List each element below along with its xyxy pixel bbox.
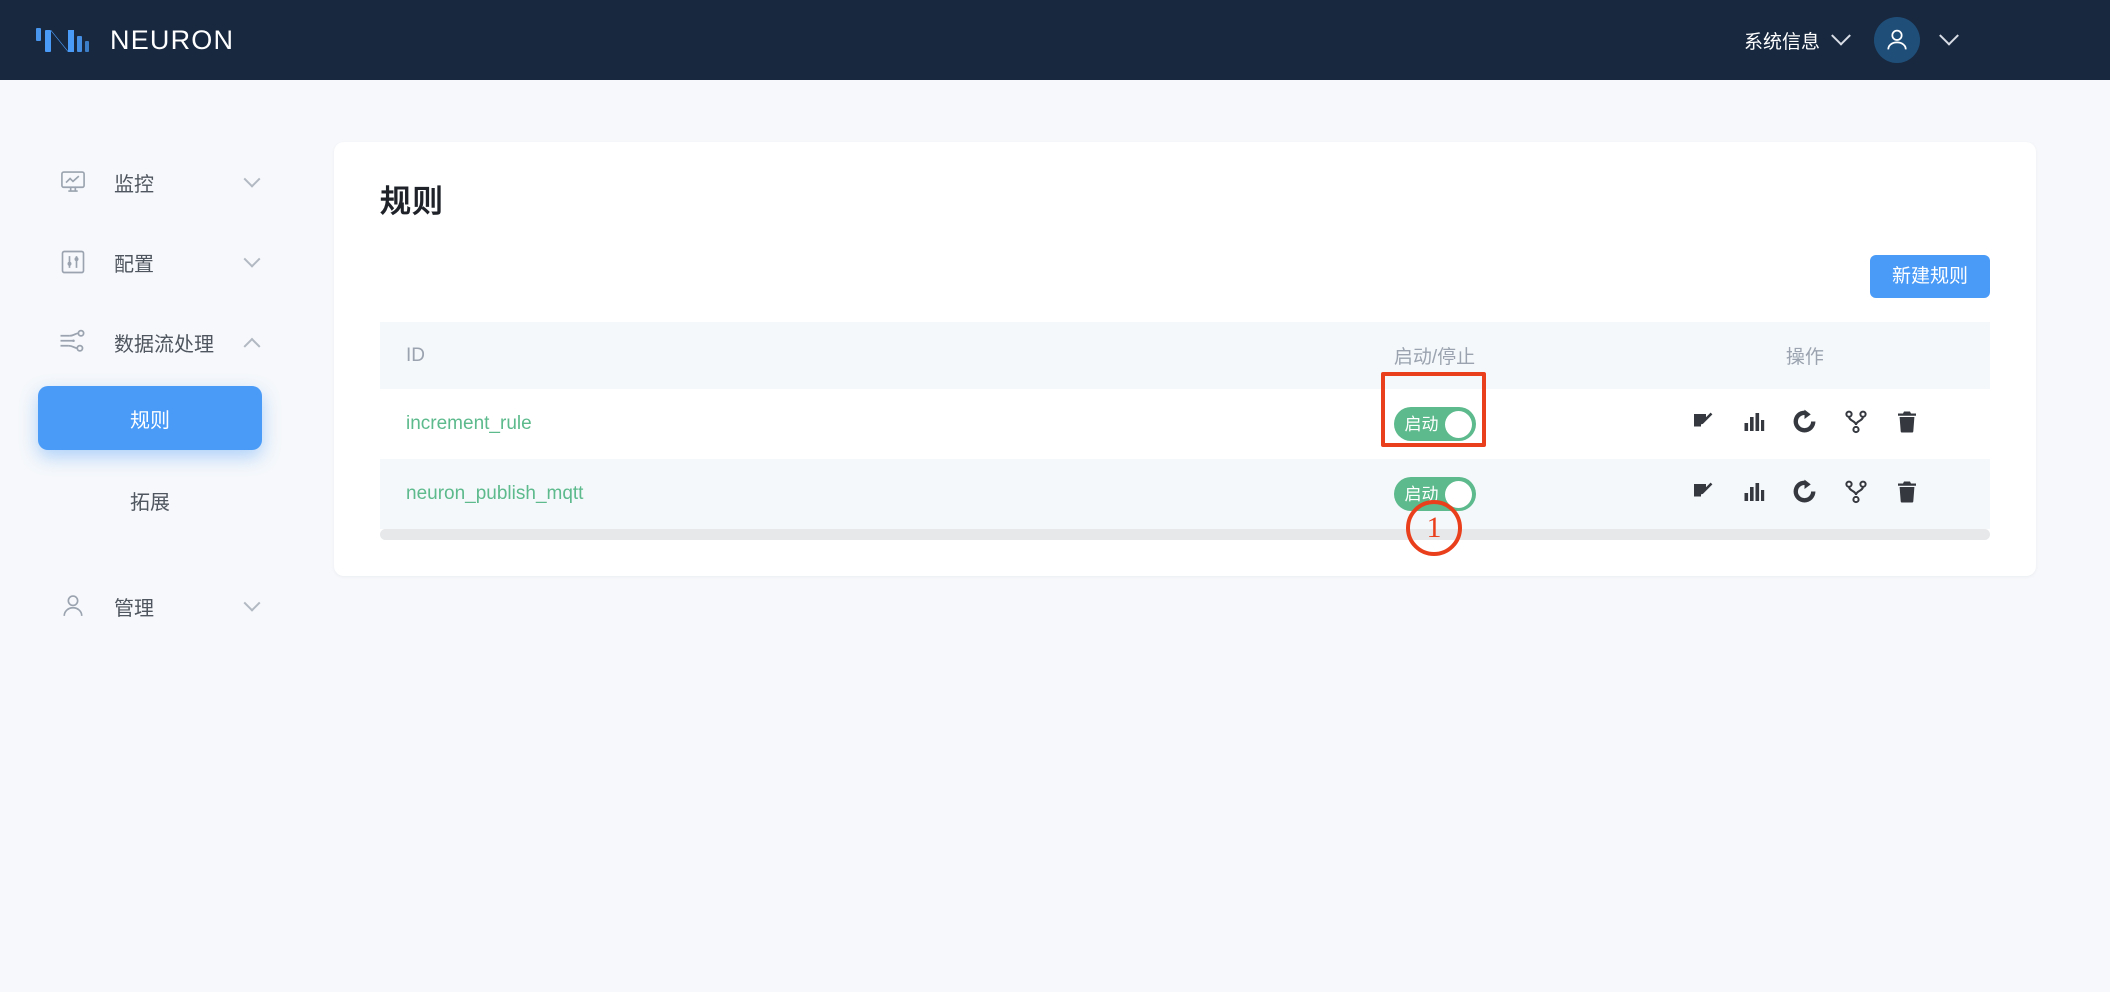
avatar[interactable] [1874, 17, 1920, 63]
data-flow-icon [58, 327, 88, 357]
trash-icon[interactable] [1894, 479, 1920, 505]
brand-name: NEURON [110, 24, 235, 55]
rules-table-wrapper: ID 启动/停止 操作 increment_rule 启动 neuron_pub… [380, 322, 1990, 540]
sidebar-item-label: 数据流处理 [114, 333, 214, 356]
chevron-down-icon [243, 594, 261, 612]
neuron-logo-icon [34, 20, 90, 60]
table-row: neuron_publish_mqtt 启动 [380, 459, 1990, 529]
sidebar-group-dataflow: 数据流处理 规则 拓展 [0, 302, 300, 550]
sidebar-item-label: 配置 [114, 253, 154, 276]
sidebar-item-rules[interactable]: 规则 [38, 386, 262, 450]
rules-card: 规则 新建规则 ID 启动/停止 操作 increment_rule 启动 ne… [334, 142, 2036, 576]
column-header-toggle: 启动/停止 [1249, 322, 1620, 389]
body: 监控 配置 数据流处理 规则 拓展 管理 规则 新建规则 ID 启动/停止 操作… [0, 80, 2110, 992]
chevron-down-icon [243, 250, 261, 268]
sidebar-item-extensions[interactable]: 拓展 [38, 468, 262, 532]
brand[interactable]: NEURON [34, 20, 234, 60]
toolbar: 新建规则 [380, 255, 1990, 298]
cell-toggle: 启动 [1249, 389, 1620, 459]
start-stop-toggle[interactable]: 启动 [1393, 477, 1476, 511]
topology-branch-icon[interactable] [1843, 409, 1869, 435]
sidebar-item-dataflow[interactable]: 数据流处理 [0, 302, 300, 382]
user-avatar-icon [1887, 29, 1907, 50]
edit-icon[interactable] [1690, 479, 1716, 505]
sidebar-item-label: 监控 [114, 173, 154, 196]
operations-group [1690, 479, 1920, 505]
rule-link[interactable]: increment_rule [406, 413, 532, 434]
column-header-id: ID [380, 322, 1250, 389]
chevron-down-icon [1939, 25, 1959, 46]
chevron-down-icon [243, 170, 261, 188]
cell-rule-id: neuron_publish_mqtt [380, 459, 1250, 529]
rules-table: ID 启动/停止 操作 increment_rule 启动 neuron_pub… [380, 322, 1990, 529]
sidebar: 监控 配置 数据流处理 规则 拓展 管理 [0, 80, 300, 992]
top-header: NEURON 系统信息 [0, 0, 2110, 80]
toggle-knob [1444, 480, 1472, 508]
table-header: ID 启动/停止 操作 [380, 322, 1990, 389]
system-info-label: 系统信息 [1743, 31, 1820, 53]
table-row: increment_rule 启动 [380, 389, 1990, 459]
edit-icon[interactable] [1690, 409, 1716, 435]
system-info-menu[interactable]: 系统信息 [1743, 25, 1851, 54]
restart-icon[interactable] [1792, 409, 1818, 435]
cell-rule-id: increment_rule [380, 389, 1250, 459]
table-body: increment_rule 启动 neuron_publish_mqtt 启动 [380, 389, 1990, 529]
sidebar-subitem-label: 拓展 [130, 491, 170, 514]
chevron-down-icon [1831, 25, 1851, 46]
sidebar-item-management[interactable]: 管理 [0, 566, 300, 646]
cell-operations [1619, 459, 1990, 529]
cell-toggle: 启动 [1249, 459, 1620, 529]
topology-branch-icon[interactable] [1843, 479, 1869, 505]
new-rule-button[interactable]: 新建规则 [1869, 255, 1990, 298]
app-root: NEURON 系统信息 监控 配置 数据流处理 规则 拓展 管理 规则 新建规则… [0, 0, 2110, 992]
toggle-knob [1444, 410, 1472, 438]
table-header-row: ID 启动/停止 操作 [380, 322, 1990, 389]
sidebar-group-monitor: 监控 [0, 142, 300, 222]
page-title: 规则 [380, 184, 444, 219]
sidebar-item-config[interactable]: 配置 [0, 222, 300, 302]
sliders-icon [58, 247, 88, 277]
trash-icon[interactable] [1894, 409, 1920, 435]
sidebar-group-config: 配置 [0, 222, 300, 302]
chart-bar-icon[interactable] [1741, 479, 1767, 505]
toggle-label: 启动 [1404, 414, 1439, 434]
operations-group [1690, 409, 1920, 435]
horizontal-scrollbar[interactable] [380, 529, 1990, 540]
sidebar-group-management: 管理 [0, 566, 300, 646]
chevron-up-icon [243, 337, 261, 355]
user-menu[interactable] [1874, 17, 1959, 63]
header-actions: 系统信息 [1744, 17, 2066, 63]
sidebar-item-label: 管理 [114, 597, 154, 620]
rule-link[interactable]: neuron_publish_mqtt [406, 483, 583, 504]
user-icon [58, 591, 88, 621]
sidebar-subitem-label: 规则 [130, 409, 170, 432]
cell-operations [1619, 389, 1990, 459]
restart-icon[interactable] [1792, 479, 1818, 505]
monitor-chart-icon [58, 167, 88, 197]
sidebar-sublist-dataflow: 规则 拓展 [0, 386, 300, 532]
sidebar-item-monitor[interactable]: 监控 [0, 142, 300, 222]
chart-bar-icon[interactable] [1741, 409, 1767, 435]
main-content: 规则 新建规则 ID 启动/停止 操作 increment_rule 启动 ne… [300, 80, 2110, 992]
toggle-label: 启动 [1404, 484, 1439, 504]
column-header-ops: 操作 [1619, 322, 1990, 389]
start-stop-toggle[interactable]: 启动 [1393, 407, 1476, 441]
